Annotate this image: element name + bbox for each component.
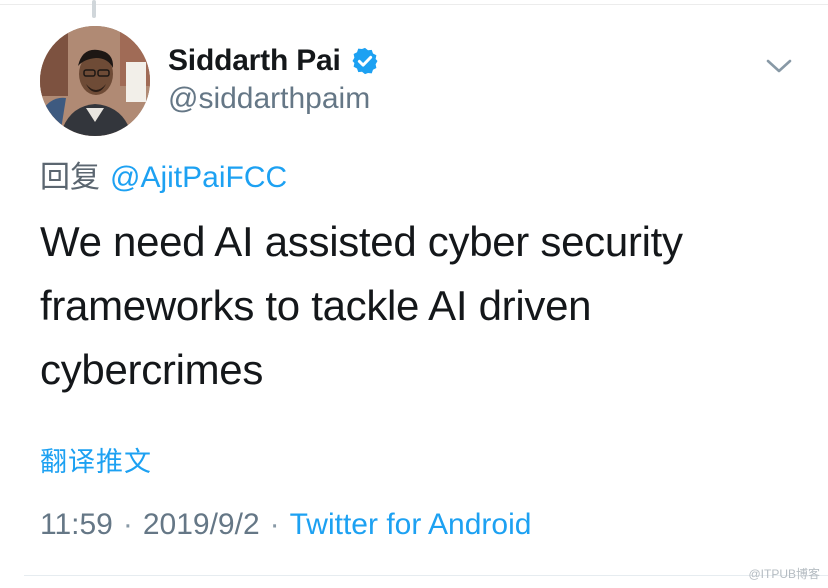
meta-separator: · [269,508,280,541]
reply-mention-link[interactable]: @AjitPaiFCC [110,161,287,194]
tweet-time: 11:59 [40,508,113,541]
reply-context: 回复 @AjitPaiFCC [40,152,287,196]
author-handle[interactable]: @siddarthpaim [168,82,370,116]
tweet-meta: 11:59 · 2019/9/2 · Twitter for Android [40,508,531,542]
reply-prefix: 回复 [40,161,100,194]
author-display-name[interactable]: Siddarth Pai [168,44,341,78]
verified-badge-icon [352,47,378,75]
avatar[interactable] [40,26,150,136]
watermark: @ITPUB博客 [748,567,820,581]
tweet-text: We need AI assisted cyber security frame… [40,218,683,393]
tweet-date: 2019/9/2 [142,508,260,541]
tweet-detail: Siddarth Pai @siddarthpaim 回复 @AjitPaiFCC… [0,0,828,588]
thread-connector-line [92,0,96,18]
bottom-divider [24,575,828,576]
chevron-down-icon[interactable] [762,52,796,80]
profile-photo-icon [40,26,150,136]
meta-separator: · [122,508,133,541]
top-divider [0,0,828,5]
author-name-row[interactable]: Siddarth Pai [168,41,380,81]
tweet-source-link[interactable]: Twitter for Android [290,508,532,541]
translate-tweet-link[interactable]: 翻译推文 [40,440,152,479]
